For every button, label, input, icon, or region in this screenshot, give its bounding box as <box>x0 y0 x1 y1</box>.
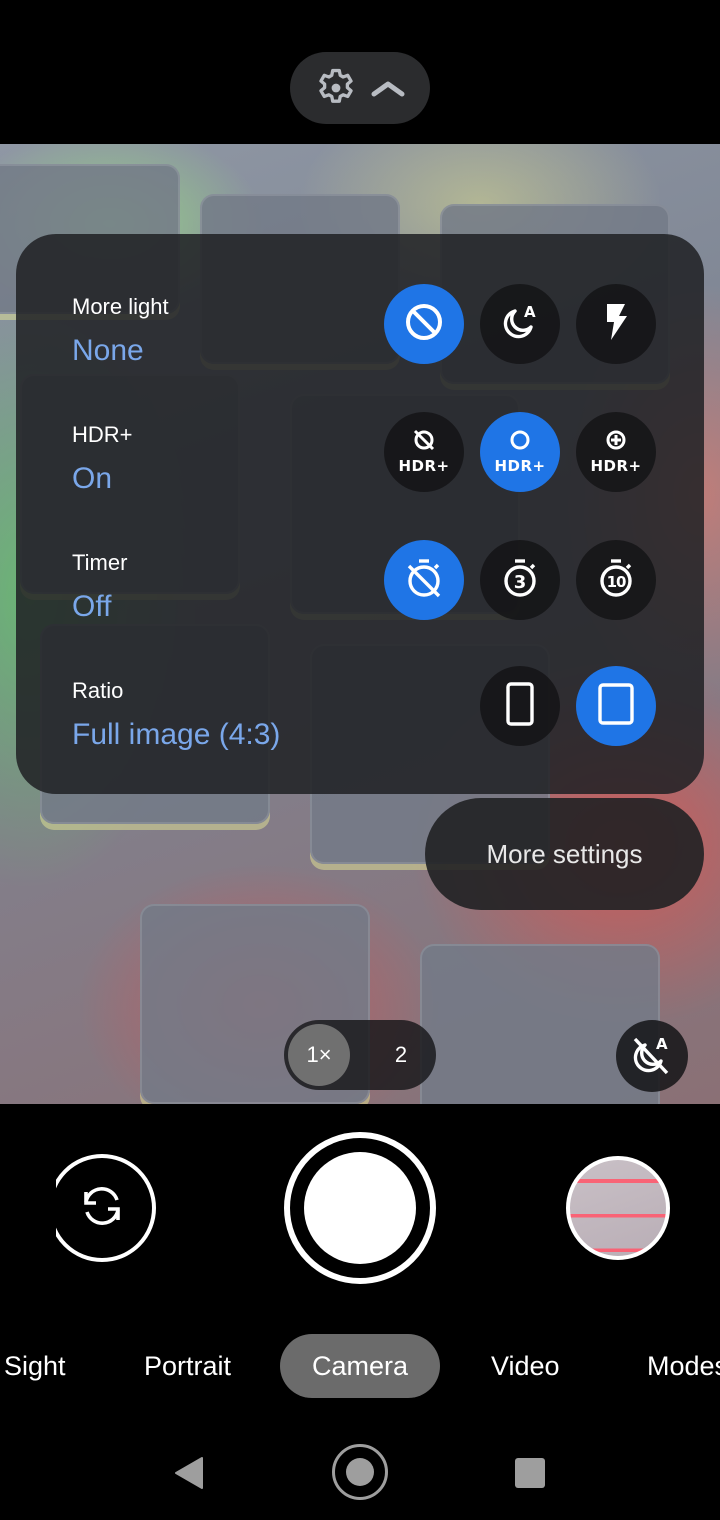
timer-10-icon: 10 <box>595 556 637 605</box>
more-light-flash-button[interactable] <box>576 284 656 364</box>
shutter-button[interactable] <box>284 1132 436 1284</box>
quick-settings-pill[interactable] <box>290 52 430 124</box>
hdr-enhanced-button[interactable]: HDR+ <box>576 412 656 492</box>
night-sight-badge: A <box>656 1035 668 1053</box>
ratio-tall-icon <box>505 681 535 731</box>
more-settings-button[interactable]: More settings <box>425 798 704 910</box>
night-sight-auto-off-icon: A <box>629 1031 675 1082</box>
timer-off-icon <box>403 556 445 605</box>
gallery-thumbnail[interactable] <box>566 1156 670 1260</box>
hdr-on-icon <box>507 429 533 456</box>
timer-10s-button[interactable]: 10 <box>576 540 656 620</box>
setting-value: On <box>72 462 113 495</box>
hdr-label: HDR+ <box>398 457 450 475</box>
mode-portrait[interactable]: Portrait <box>144 1334 231 1398</box>
chevron-up-icon[interactable] <box>370 76 406 100</box>
mode-camera[interactable]: Camera <box>280 1334 441 1398</box>
zoom-selector: 1× 2 <box>284 1020 436 1090</box>
setting-label: More light <box>72 294 169 319</box>
hdr-off-icon <box>411 429 437 456</box>
timer-off-button[interactable] <box>384 540 464 620</box>
hdr-enhanced-icon <box>603 429 629 456</box>
setting-row-hdr: HDR+ On HDR+ HDR+ HDR+ <box>16 412 704 540</box>
none-circle-slash-icon <box>404 302 444 347</box>
svg-text:A: A <box>524 303 536 321</box>
more-light-none-button[interactable] <box>384 284 464 364</box>
viewfinder-scene <box>420 944 660 1104</box>
back-icon[interactable] <box>174 1456 204 1495</box>
ratio-4-3-button[interactable] <box>576 666 656 746</box>
hdr-label: HDR+ <box>494 457 546 475</box>
zoom-1x-button[interactable]: 1× <box>288 1024 350 1086</box>
night-sight-toggle-button[interactable]: A <box>616 1020 688 1092</box>
more-light-night-sight-button[interactable]: A <box>480 284 560 364</box>
night-sight-auto-icon: A <box>497 299 543 350</box>
svg-text:10: 10 <box>607 573 626 591</box>
home-icon <box>346 1458 374 1486</box>
recents-icon[interactable] <box>515 1458 545 1488</box>
system-nav-bar <box>0 1430 720 1520</box>
mode-selector: Sight Portrait Camera Video Modes <box>0 1334 720 1398</box>
svg-text:3: 3 <box>514 572 527 593</box>
ratio-4-3-icon <box>597 682 635 731</box>
setting-value: Off <box>72 590 112 623</box>
ratio-tall-button[interactable] <box>480 666 560 746</box>
setting-label: HDR+ <box>72 422 133 447</box>
setting-label: Timer <box>72 550 128 575</box>
setting-label: Ratio <box>72 678 124 703</box>
settings-panel: More light None A HDR+ On HDR+ HDR+ HDR+… <box>16 234 704 794</box>
switch-camera-button[interactable] <box>56 1154 156 1262</box>
timer-3s-button[interactable]: 3 <box>480 540 560 620</box>
setting-value: Full image (4:3) <box>72 718 281 751</box>
setting-row-more-light: More light None A <box>16 284 704 412</box>
hdr-on-button[interactable]: HDR+ <box>480 412 560 492</box>
switch-camera-icon <box>74 1178 130 1239</box>
hdr-off-button[interactable]: HDR+ <box>384 412 464 492</box>
flash-icon <box>601 302 631 347</box>
setting-row-timer: Timer Off 3 10 <box>16 540 704 668</box>
shutter-inner <box>304 1152 416 1264</box>
top-bar <box>0 0 720 144</box>
timer-3-icon: 3 <box>499 556 541 605</box>
gear-icon[interactable] <box>314 66 358 110</box>
setting-value: None <box>72 334 144 367</box>
home-button[interactable] <box>332 1444 388 1500</box>
mode-modes[interactable]: Modes <box>647 1334 720 1398</box>
hdr-label: HDR+ <box>590 457 642 475</box>
zoom-2x-button[interactable]: 2 <box>370 1024 432 1086</box>
mode-video[interactable]: Video <box>491 1334 560 1398</box>
mode-sight[interactable]: Sight <box>4 1334 66 1398</box>
setting-row-ratio: Ratio Full image (4:3) <box>16 666 704 796</box>
